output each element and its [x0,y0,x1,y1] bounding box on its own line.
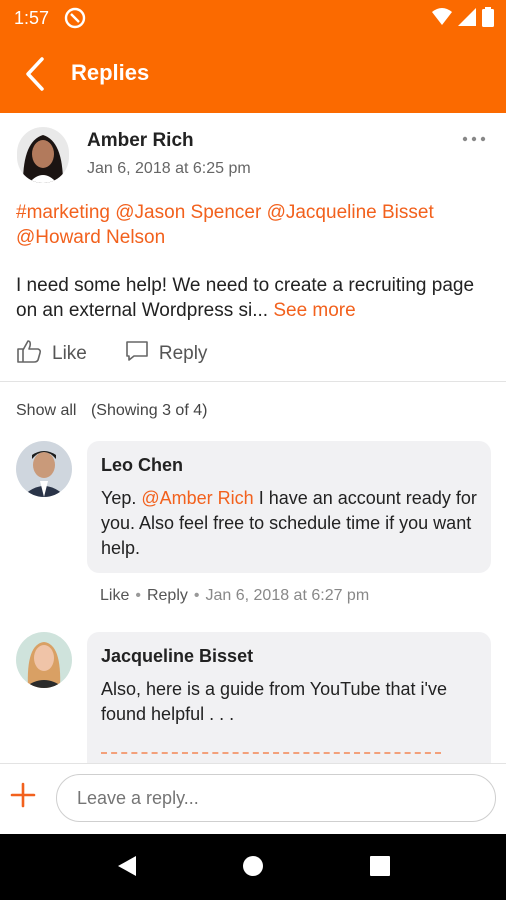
post-text: I need some help! We need to create a re… [16,275,475,321]
reply-composer [0,763,506,835]
avatar[interactable] [16,632,72,688]
mention-link[interactable]: @Amber Rich [141,488,253,508]
back-arrow-icon[interactable] [20,56,50,92]
see-more-link[interactable]: See more [273,300,355,321]
replies-header: Show all (Showing 3 of 4) [16,402,217,420]
post-tags[interactable]: #marketing @Jason Spencer @Jacqueline Bi… [16,200,486,250]
reply-text: Yep. @Amber Rich I have an account ready… [101,486,479,561]
thumbs-up-icon [16,339,42,369]
avatar[interactable] [16,441,72,497]
reply-meta: Like • Reply • Jan 6, 2018 at 6:27 pm [100,587,370,604]
recents-square-icon[interactable] [369,854,391,883]
link-text-fragment[interactable] [101,752,441,763]
system-nav-bar [0,834,506,900]
reply-button[interactable]: Reply [125,340,208,368]
reply-item: Leo Chen Yep. @Amber Rich I have an acco… [0,440,506,620]
battery-icon [482,7,494,32]
page-title: Replies [71,60,150,85]
home-circle-icon[interactable] [242,854,264,883]
reply-author[interactable]: Jacqueline Bisset [101,646,253,667]
status-time: 1:57 [14,8,50,28]
original-post: Amber Rich Jan 6, 2018 at 6:25 pm #marke… [0,113,506,382]
reply-input[interactable] [56,774,496,822]
avatar[interactable] [17,127,69,183]
like-label: Like [52,343,87,364]
reply-timestamp: Jan 6, 2018 at 6:27 pm [205,587,370,604]
showing-count: (Showing 3 of 4) [90,402,208,419]
reply-reply-button[interactable]: Reply [147,587,188,604]
reply-bubble: Leo Chen Yep. @Amber Rich I have an acco… [87,441,491,573]
app-bar: Replies [0,36,506,113]
reply-label: Reply [158,343,208,364]
like-button[interactable]: Like [16,339,87,369]
reply-author[interactable]: Leo Chen [101,455,183,476]
back-triangle-icon[interactable] [116,854,138,883]
post-author[interactable]: Amber Rich [87,130,194,152]
reply-text-pre: Yep. [101,488,142,508]
add-icon[interactable] [10,782,36,808]
notification-icon [64,7,86,34]
post-actions: Like Reply [16,339,245,369]
reply-text: Also, here is a guide from YouTube that … [101,679,447,724]
reply-bubble: Jacqueline Bisset Also, here is a guide … [87,632,491,763]
post-body: I need some help! We need to create a re… [16,273,486,323]
reply-like-button[interactable]: Like [100,587,129,604]
signal-icon [458,8,476,31]
reply-item: Jacqueline Bisset Also, here is a guide … [0,631,506,763]
more-options-icon[interactable] [460,131,488,147]
show-all-link[interactable]: Show all [16,402,76,419]
comment-icon [125,340,149,368]
post-date: Jan 6, 2018 at 6:25 pm [87,160,251,177]
status-bar: 1:57 [0,0,506,36]
wifi-icon [432,8,452,31]
